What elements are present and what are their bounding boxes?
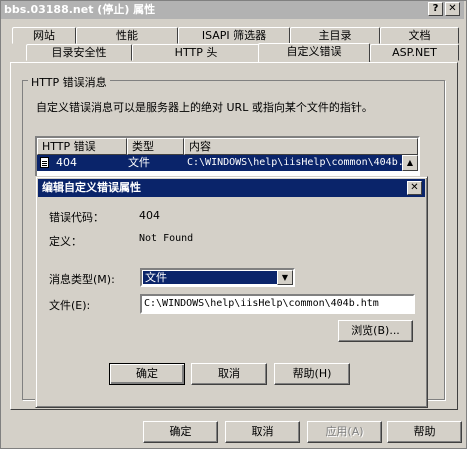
row-error-code: 404 [56,156,77,169]
row-type: 文件 [128,156,150,169]
dialog-help-button[interactable]: 帮助(H) [274,363,350,385]
document-icon [40,157,49,168]
chevron-down-icon[interactable]: ▼ [277,270,293,285]
dialog-close-icon[interactable]: ✕ [407,181,422,195]
apply-button[interactable]: 应用(A) [307,421,382,443]
ok-button[interactable]: 确定 [143,421,218,443]
close-icon[interactable]: ✕ [445,2,460,16]
cancel-button[interactable]: 取消 [225,421,300,443]
row-content: C:\WINDOWS\help\iisHelp\common\404b.h [187,157,410,168]
file-path-input[interactable]: C:\WINDOWS\help\iisHelp\common\404b.htm [140,294,415,314]
error-code-label: 错误代码： [49,211,104,224]
tab-website[interactable]: 网站 [12,27,76,44]
dialog-title: 编辑自定义错误属性 [42,181,141,194]
edit-custom-error-dialog: 编辑自定义错误属性 ✕ 错误代码： 404 定义： Not Found 消息类型… [35,176,428,408]
error-list[interactable]: HTTP 错误 类型 内容 404 文件 C:\WINDOWS\help\iis… [35,136,420,181]
dialog-cancel-button[interactable]: 取消 [191,363,267,385]
scroll-up-icon[interactable]: ▲ [402,155,418,171]
message-type-select[interactable]: 文件 ▼ [140,268,295,287]
browse-button[interactable]: 浏览(B)... [338,320,413,342]
tab-custom-errors[interactable]: 自定义错误 [258,43,370,62]
help-icon[interactable]: ? [428,2,443,16]
definition-value: Not Found [139,233,194,244]
group-description: 自定义错误消息可以是服务器上的绝对 URL 或指向某个文件的指针。 [36,101,373,114]
list-item[interactable]: 404 文件 C:\WINDOWS\help\iisHelp\common\40… [37,155,418,171]
tab-home-directory[interactable]: 主目录 [290,27,380,44]
dialog-ok-button[interactable]: 确定 [109,363,185,385]
column-http-error[interactable]: HTTP 错误 [37,138,127,155]
tab-documents[interactable]: 文档 [380,27,459,44]
definition-label: 定义： [49,235,82,248]
message-type-value: 文件 [143,271,277,284]
group-title: HTTP 错误消息 [28,74,110,90]
message-type-label: 消息类型(M): [49,273,115,286]
tab-http-headers[interactable]: HTTP 头 [132,44,260,61]
error-code-value: 404 [139,209,160,222]
file-label: 文件(E): [49,299,91,312]
column-content[interactable]: 内容 [184,138,418,155]
tab-directory-security[interactable]: 目录安全性 [26,44,132,61]
window-title: bbs.03188.net (停止) 属性 [4,3,156,16]
help-button[interactable]: 帮助 [387,421,462,443]
dialog-title-bar: 编辑自定义错误属性 ✕ [38,179,425,197]
tab-isapi-filters[interactable]: ISAPI 筛选器 [178,27,290,44]
tab-performance[interactable]: 性能 [76,27,178,44]
tab-aspnet[interactable]: ASP.NET [370,44,459,61]
window-title-bar: bbs.03188.net (停止) 属性 [1,1,464,19]
column-type[interactable]: 类型 [127,138,184,155]
